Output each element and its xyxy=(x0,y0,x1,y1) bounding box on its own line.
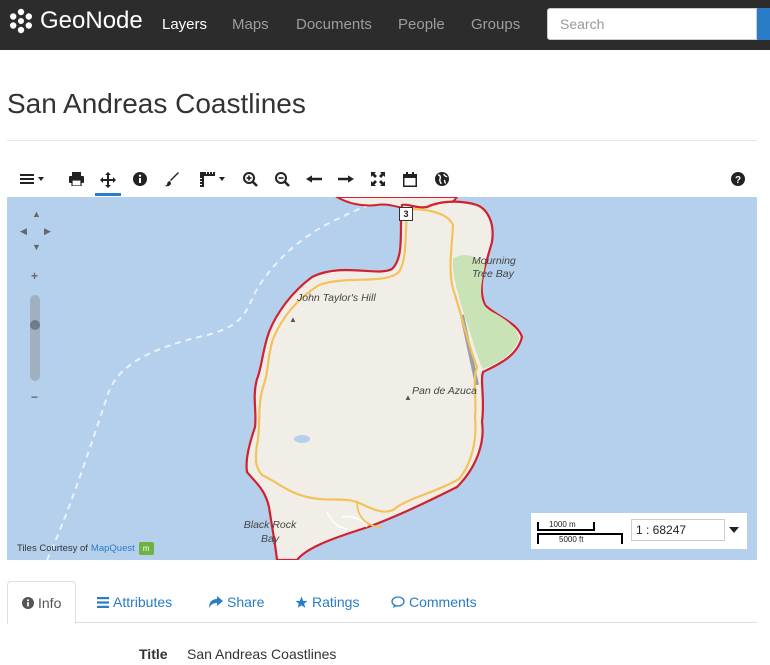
nav-groups[interactable]: Groups xyxy=(471,16,520,33)
pan-down-icon[interactable]: ▼ xyxy=(32,242,41,252)
zoom-in-button[interactable]: + xyxy=(31,269,38,283)
svg-text:?: ? xyxy=(735,175,741,186)
star-icon xyxy=(295,596,308,608)
info-title-value: San Andreas Coastlines xyxy=(187,646,337,662)
chevron-down-icon[interactable] xyxy=(729,527,739,533)
brand-name: GeoNode xyxy=(40,7,143,34)
measure-icon[interactable] xyxy=(195,167,229,191)
search-input[interactable] xyxy=(547,8,757,40)
label-pan-de-azucar: Pan de Azuca xyxy=(412,385,477,397)
map-viewport[interactable]: 3 John Taylor's Hill ▲ Mourning Tree Bay… xyxy=(7,197,757,560)
paintbrush-icon[interactable] xyxy=(163,167,181,191)
tab-share[interactable]: Share xyxy=(209,581,264,623)
peak-icon: ▲ xyxy=(404,393,412,402)
tab-comments[interactable]: Comments xyxy=(391,581,477,623)
info-circle-icon xyxy=(22,596,34,609)
zoom-in-icon[interactable] xyxy=(241,167,259,191)
info-title-label: Title xyxy=(139,646,168,662)
map-toolbar: ? xyxy=(7,163,757,197)
pan-up-icon[interactable]: ▲ xyxy=(32,209,41,219)
print-icon[interactable] xyxy=(67,167,85,191)
tab-ratings[interactable]: Ratings xyxy=(295,581,359,623)
globe-icon[interactable] xyxy=(433,167,451,191)
zoom-slider-handle[interactable] xyxy=(30,320,40,330)
tab-info[interactable]: Info xyxy=(7,581,77,624)
label-john-taylors-hill: John Taylor's Hill xyxy=(297,292,376,304)
top-navbar: GeoNode Layers Maps Documents People Gro… xyxy=(0,0,770,50)
zoom-out-button[interactable]: − xyxy=(31,390,38,404)
tab-attributes[interactable]: Attributes xyxy=(97,581,172,623)
nav-people[interactable]: People xyxy=(398,16,445,33)
list-icon xyxy=(97,596,109,608)
pan-left-icon[interactable]: ◀ xyxy=(20,226,27,237)
zoom-slider[interactable] xyxy=(30,295,40,381)
road-shield: 3 xyxy=(399,207,413,221)
arrow-right-icon[interactable] xyxy=(337,167,355,191)
nav-layers[interactable]: Layers xyxy=(162,16,207,33)
help-icon[interactable]: ? xyxy=(729,167,747,191)
peak-icon: ▲ xyxy=(289,315,297,324)
share-icon xyxy=(209,596,223,608)
scale-select[interactable]: 1 : 68247 xyxy=(631,519,725,541)
label-black-rock-bay: Black Rock Bay xyxy=(243,519,297,545)
geonode-logo-icon xyxy=(10,8,32,34)
fullscreen-icon[interactable] xyxy=(369,167,387,191)
search-button[interactable] xyxy=(757,8,770,40)
map-attribution: Tiles Courtesy of MapQuest m xyxy=(17,542,154,555)
pan-right-icon[interactable]: ▶ xyxy=(44,226,51,237)
nav-maps[interactable]: Maps xyxy=(232,16,269,33)
zoom-out-icon[interactable] xyxy=(273,167,291,191)
menu-icon[interactable] xyxy=(17,167,47,191)
nav-documents[interactable]: Documents xyxy=(296,16,372,33)
title-divider xyxy=(7,140,757,141)
info-icon[interactable] xyxy=(131,167,149,191)
scale-control: 1000 m 5000 ft 1 : 68247 xyxy=(531,513,747,549)
comment-icon xyxy=(391,596,405,608)
pan-icon[interactable] xyxy=(95,167,121,196)
label-mourning-tree-bay: Mourning Tree Bay xyxy=(472,255,516,280)
calendar-icon[interactable] xyxy=(401,167,419,191)
mapquest-logo-icon: m xyxy=(138,542,154,555)
basemap-tiles xyxy=(46,197,524,560)
page-title: San Andreas Coastlines xyxy=(7,88,306,119)
brand-logo[interactable]: GeoNode xyxy=(8,8,143,34)
detail-tabs: Info Attributes Share Ratings Comments xyxy=(7,581,757,624)
mapquest-link[interactable]: MapQuest xyxy=(91,543,135,554)
arrow-left-icon[interactable] xyxy=(305,167,323,191)
scale-line: 1000 m 5000 ft xyxy=(537,518,627,546)
